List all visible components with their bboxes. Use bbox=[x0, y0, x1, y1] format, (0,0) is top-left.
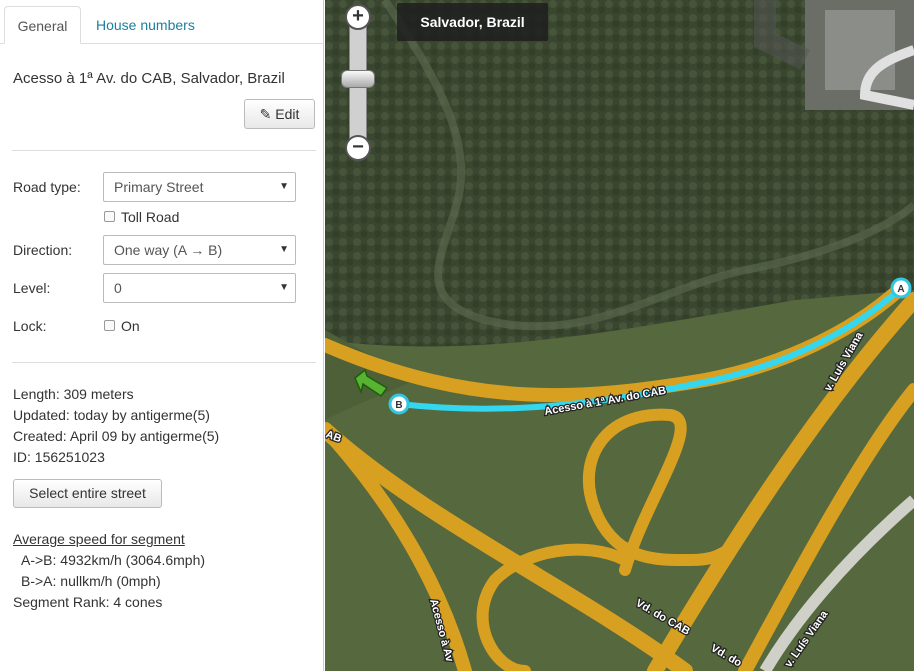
divider bbox=[12, 150, 316, 151]
direction-label: Direction: bbox=[13, 242, 73, 258]
edit-button-label: Edit bbox=[275, 106, 300, 122]
lock-label: Lock: bbox=[13, 318, 47, 334]
lock-checkbox[interactable] bbox=[104, 320, 115, 331]
road-type-label: Road type: bbox=[13, 179, 81, 195]
length-info: Length: 309 meters bbox=[13, 386, 134, 402]
location-label: Salvador, Brazil bbox=[397, 3, 548, 41]
map-canvas[interactable]: A B Acesso à 1ª Av. do CAB v. Luís Viana… bbox=[325, 0, 914, 671]
toll-road-label: Toll Road bbox=[121, 209, 180, 225]
id-info: ID: 156251023 bbox=[13, 449, 105, 465]
node-b-label: B bbox=[395, 400, 402, 411]
speed-a-to-b: A->B: 4932km/h (3064.6mph) bbox=[21, 552, 206, 568]
road-type-value: Primary Street bbox=[114, 179, 204, 195]
zoom-in-button[interactable]: + bbox=[345, 4, 371, 30]
level-label: Level: bbox=[13, 280, 51, 296]
dropdown-arrow-icon: ▼ bbox=[279, 282, 289, 293]
speed-b-to-a: B->A: nullkm/h (0mph) bbox=[21, 573, 161, 589]
tab-general[interactable]: General bbox=[4, 6, 81, 44]
node-a-label: A bbox=[897, 284, 904, 295]
zoom-slider-handle[interactable] bbox=[341, 70, 375, 88]
direction-value: One way (A → B) bbox=[114, 242, 223, 258]
zoom-out-button[interactable]: − bbox=[345, 135, 371, 161]
dropdown-arrow-icon: ▼ bbox=[279, 244, 289, 255]
divider bbox=[12, 362, 316, 363]
building-roof bbox=[825, 10, 895, 90]
edit-icon: ✎ bbox=[259, 106, 272, 122]
level-value: 0 bbox=[114, 280, 122, 296]
level-select[interactable]: 0 ▼ bbox=[103, 273, 296, 303]
map-imagery: A B Acesso à 1ª Av. do CAB v. Luís Viana… bbox=[325, 0, 914, 671]
updated-info: Updated: today by antigerme(5) bbox=[13, 407, 210, 423]
toll-road-checkbox[interactable] bbox=[104, 211, 115, 222]
road-type-select[interactable]: Primary Street ▼ bbox=[103, 172, 296, 202]
direction-select[interactable]: One way (A → B) ▼ bbox=[103, 235, 296, 265]
average-speed-heading: Average speed for segment bbox=[13, 531, 185, 547]
segment-title: Acesso à 1ª Av. do CAB, Salvador, Brazil bbox=[13, 70, 285, 87]
segment-rank: Segment Rank: 4 cones bbox=[13, 594, 163, 610]
select-entire-street-button[interactable]: Select entire street bbox=[13, 479, 162, 508]
zoom-control: + − bbox=[341, 4, 375, 162]
panel-tabs: General House numbers bbox=[0, 0, 324, 44]
lock-on-label: On bbox=[121, 318, 140, 334]
segment-details-panel: General House numbers Acesso à 1ª Av. do… bbox=[0, 0, 324, 671]
dropdown-arrow-icon: ▼ bbox=[279, 181, 289, 192]
tab-house-numbers[interactable]: House numbers bbox=[86, 6, 205, 44]
created-info: Created: April 09 by antigerme(5) bbox=[13, 428, 220, 444]
edit-button[interactable]: ✎ Edit bbox=[244, 99, 315, 129]
